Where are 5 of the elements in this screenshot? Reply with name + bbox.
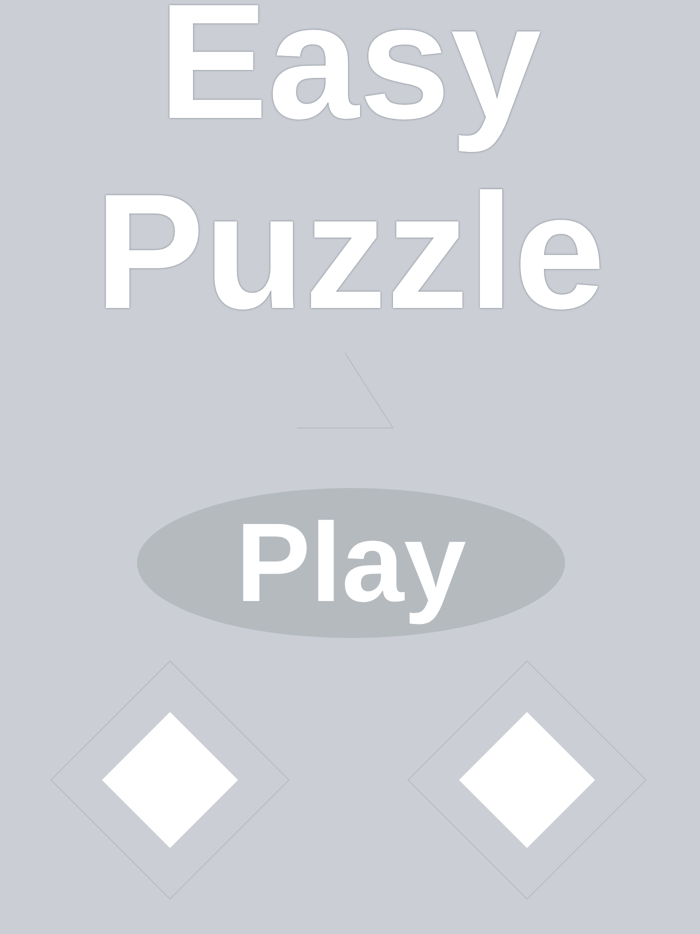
title-text: Puzzle xyxy=(94,159,606,345)
diamond-icon[interactable] xyxy=(407,660,647,900)
title-text: Easy xyxy=(158,0,542,155)
play-button[interactable]: Play xyxy=(137,488,565,638)
diamond-icon[interactable] xyxy=(50,660,290,900)
